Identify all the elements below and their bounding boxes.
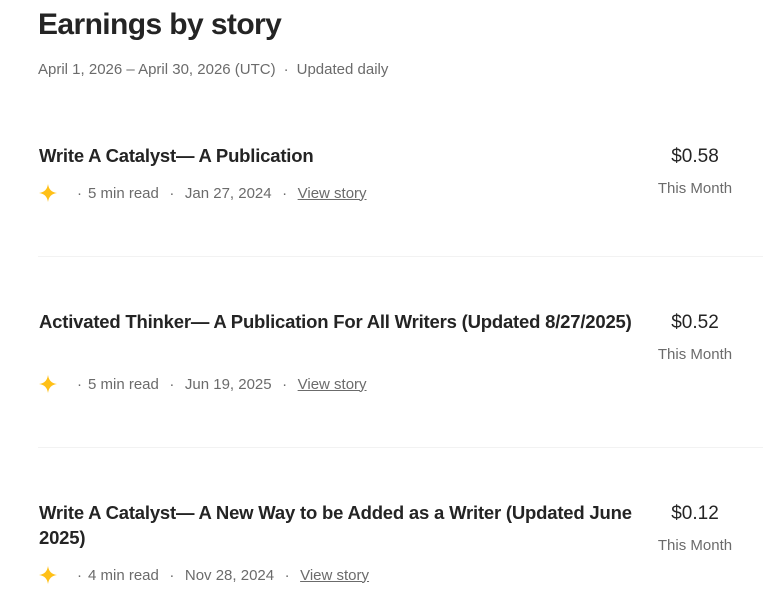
read-time: 5 min read xyxy=(88,375,159,393)
separator-dot: · xyxy=(169,375,175,393)
earnings-amount: $0.52 xyxy=(671,312,719,333)
separator-dot: · xyxy=(77,566,82,584)
publish-date: Nov 28, 2024 xyxy=(184,566,275,584)
separator-dot: · xyxy=(282,375,288,393)
view-story-link[interactable]: View story xyxy=(300,567,369,584)
earnings-amount: $0.58 xyxy=(671,146,719,167)
story-meta: · 5 min read · Jan 27, 2024 · View story xyxy=(38,183,367,203)
view-story-link[interactable]: View story xyxy=(298,376,367,393)
earnings-amount: $0.12 xyxy=(671,503,719,524)
read-time: 5 min read xyxy=(88,184,159,202)
separator-dot: · xyxy=(77,184,82,202)
earnings-period: This Month xyxy=(657,346,733,363)
separator-dot: · xyxy=(284,566,290,584)
earnings-period: This Month xyxy=(657,537,733,554)
story-meta: · 4 min read · Nov 28, 2024 · View story xyxy=(38,565,369,585)
story-title[interactable]: Write A Catalyst— A Publication xyxy=(39,143,639,168)
read-time: 4 min read xyxy=(88,566,159,584)
publish-date: Jan 27, 2024 xyxy=(184,184,272,202)
page-title: Earnings by story xyxy=(38,8,282,41)
star-icon xyxy=(39,566,57,584)
earnings-period: This Month xyxy=(657,180,733,197)
separator-dot: · xyxy=(169,184,175,202)
publish-date: Jun 19, 2025 xyxy=(184,375,272,393)
separator-dot: · xyxy=(283,61,289,78)
view-story-link[interactable]: View story xyxy=(298,185,367,202)
divider xyxy=(38,256,763,257)
date-range-subtitle: April 1, 2026 – April 30, 2026 (UTC) · Upd… xyxy=(38,61,388,78)
story-title[interactable]: Activated Thinker— A Publication For All… xyxy=(39,309,639,334)
story-meta: · 5 min read · Jun 19, 2025 · View story xyxy=(38,374,367,394)
date-range: April 1, 2026 – April 30, 2026 (UTC) xyxy=(38,61,276,78)
separator-dot: · xyxy=(169,566,175,584)
divider xyxy=(38,447,763,448)
story-title[interactable]: Write A Catalyst— A New Way to be Added … xyxy=(39,500,639,550)
update-note: Updated daily xyxy=(296,61,389,78)
star-icon xyxy=(39,375,57,393)
separator-dot: · xyxy=(77,375,82,393)
separator-dot: · xyxy=(282,184,288,202)
star-icon xyxy=(39,184,57,202)
